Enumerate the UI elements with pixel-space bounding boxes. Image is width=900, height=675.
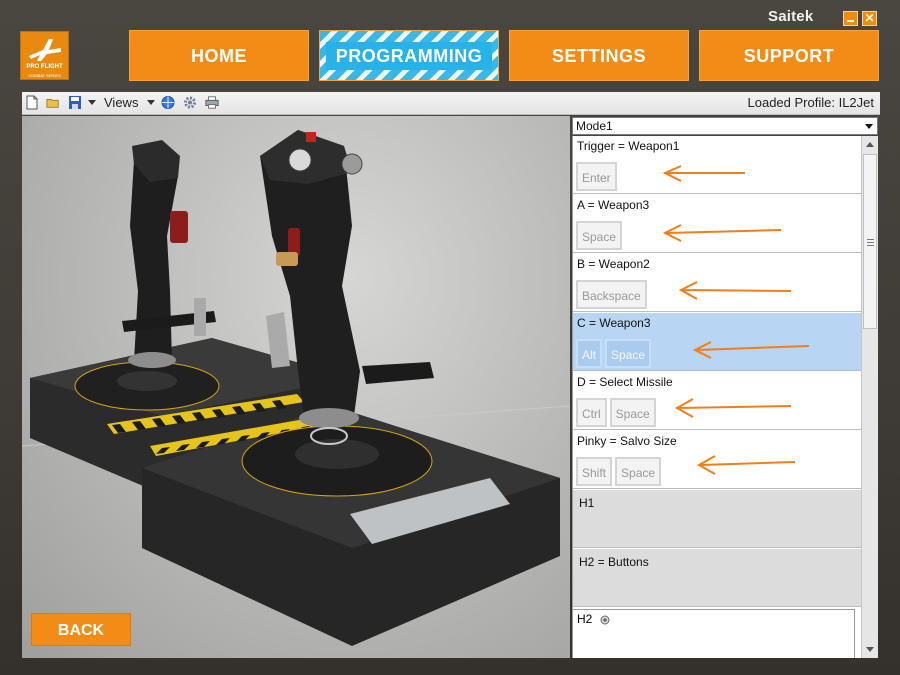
open-folder-icon[interactable] [46,95,60,110]
binding-row-c[interactable]: C = Weapon3 Alt Space [573,313,862,371]
annotation-arrow-icon [674,398,792,418]
save-dropdown-icon[interactable] [88,100,96,105]
mode-select[interactable]: Mode1 [572,117,878,135]
binding-title: D = Select Missile [577,375,673,389]
binding-title: B = Weapon2 [577,257,650,271]
nav-settings-label: SETTINGS [551,46,646,66]
new-file-icon[interactable] [25,95,39,110]
key-button[interactable]: Ctrl [576,398,607,427]
binding-row-a[interactable]: A = Weapon3 Space [573,195,862,253]
views-dropdown-icon[interactable] [147,100,155,105]
toolbar: Views Loaded Profile: IL2Jet [22,92,880,115]
binding-title: Pinky = Salvo Size [577,434,677,448]
views-menu[interactable]: Views [104,95,138,110]
nav-settings-button[interactable]: SETTINGS [509,30,689,81]
nav-home-label: HOME [191,46,247,66]
key-button[interactable]: Backspace [576,280,647,309]
hat-switch-icon[interactable] [600,615,610,625]
back-button[interactable]: BACK [31,613,131,646]
brand-name: Saitek [768,8,814,25]
key-button[interactable]: Space [609,398,656,427]
joystick-image [22,116,570,658]
annotation-arrow-icon [678,281,792,300]
mode-select-value: Mode1 [576,119,613,133]
pro-flight-logo: PRO FLIGHT COMBAT SERIES [20,31,69,80]
key-button[interactable]: Shift [576,457,613,486]
annotation-arrow-icon [692,341,810,359]
gear-icon[interactable] [183,95,197,110]
nav-support-label: SUPPORT [743,46,835,66]
binding-row-d[interactable]: D = Select Missile Ctrl Space [573,372,862,430]
scroll-thumb[interactable] [863,154,877,329]
key-button[interactable]: Alt [576,339,603,368]
nav-home-button[interactable]: HOME [129,30,309,81]
key-button[interactable]: Space [605,339,652,368]
binding-list: Trigger = Weapon1 Enter A = Weapon3 Spac… [572,136,862,658]
binding-title: H2 = Buttons [579,555,649,569]
minimize-button[interactable] [843,11,858,26]
binding-row-h1[interactable]: H1 [573,490,862,548]
logo-text: PRO FLIGHT [26,64,63,70]
loaded-profile-label: Loaded Profile: IL2Jet [747,95,874,110]
key-button[interactable]: Enter [576,162,617,191]
key-button[interactable]: Space [615,457,662,486]
globe-icon[interactable] [161,95,175,110]
app-window: PRO FLIGHT COMBAT SERIES Saitek ✕ HOME P… [0,0,900,675]
save-icon[interactable] [68,95,82,110]
key-button[interactable]: Space [576,221,623,250]
binding-title: H1 [579,496,595,510]
chevron-down-icon [865,124,873,129]
nav-support-button[interactable]: SUPPORT [699,30,879,81]
binding-list-scrollbar[interactable] [861,136,878,658]
annotation-arrow-icon [696,455,796,475]
hotas-illustration [22,130,570,646]
binding-row-pinky[interactable]: Pinky = Salvo Size Shift Space [573,431,862,489]
logo-subtext: COMBAT SERIES [28,73,61,78]
close-button[interactable]: ✕ [862,11,877,26]
scroll-up-icon[interactable] [866,142,874,147]
scroll-down-icon[interactable] [866,647,874,652]
jet-icon [29,39,61,61]
grip-icon [867,239,874,246]
nav-programming-label: PROGRAMMING [325,42,493,70]
nav-programming-button[interactable]: PROGRAMMING [319,30,499,81]
binding-title: Trigger = Weapon1 [577,139,680,153]
annotation-arrow-icon [662,224,782,242]
h2-label: H2 [577,612,593,626]
binding-title: C = Weapon3 [577,316,651,330]
print-icon[interactable] [205,95,219,110]
binding-title: A = Weapon3 [577,198,650,212]
annotation-arrow-icon [662,165,745,182]
binding-row-h2[interactable]: H2 = Buttons [573,549,862,607]
binding-row-trigger[interactable]: Trigger = Weapon1 Enter [573,136,862,194]
binding-row-b[interactable]: B = Weapon2 Backspace [573,254,862,312]
h2-detail-panel[interactable]: H2 [572,609,855,658]
